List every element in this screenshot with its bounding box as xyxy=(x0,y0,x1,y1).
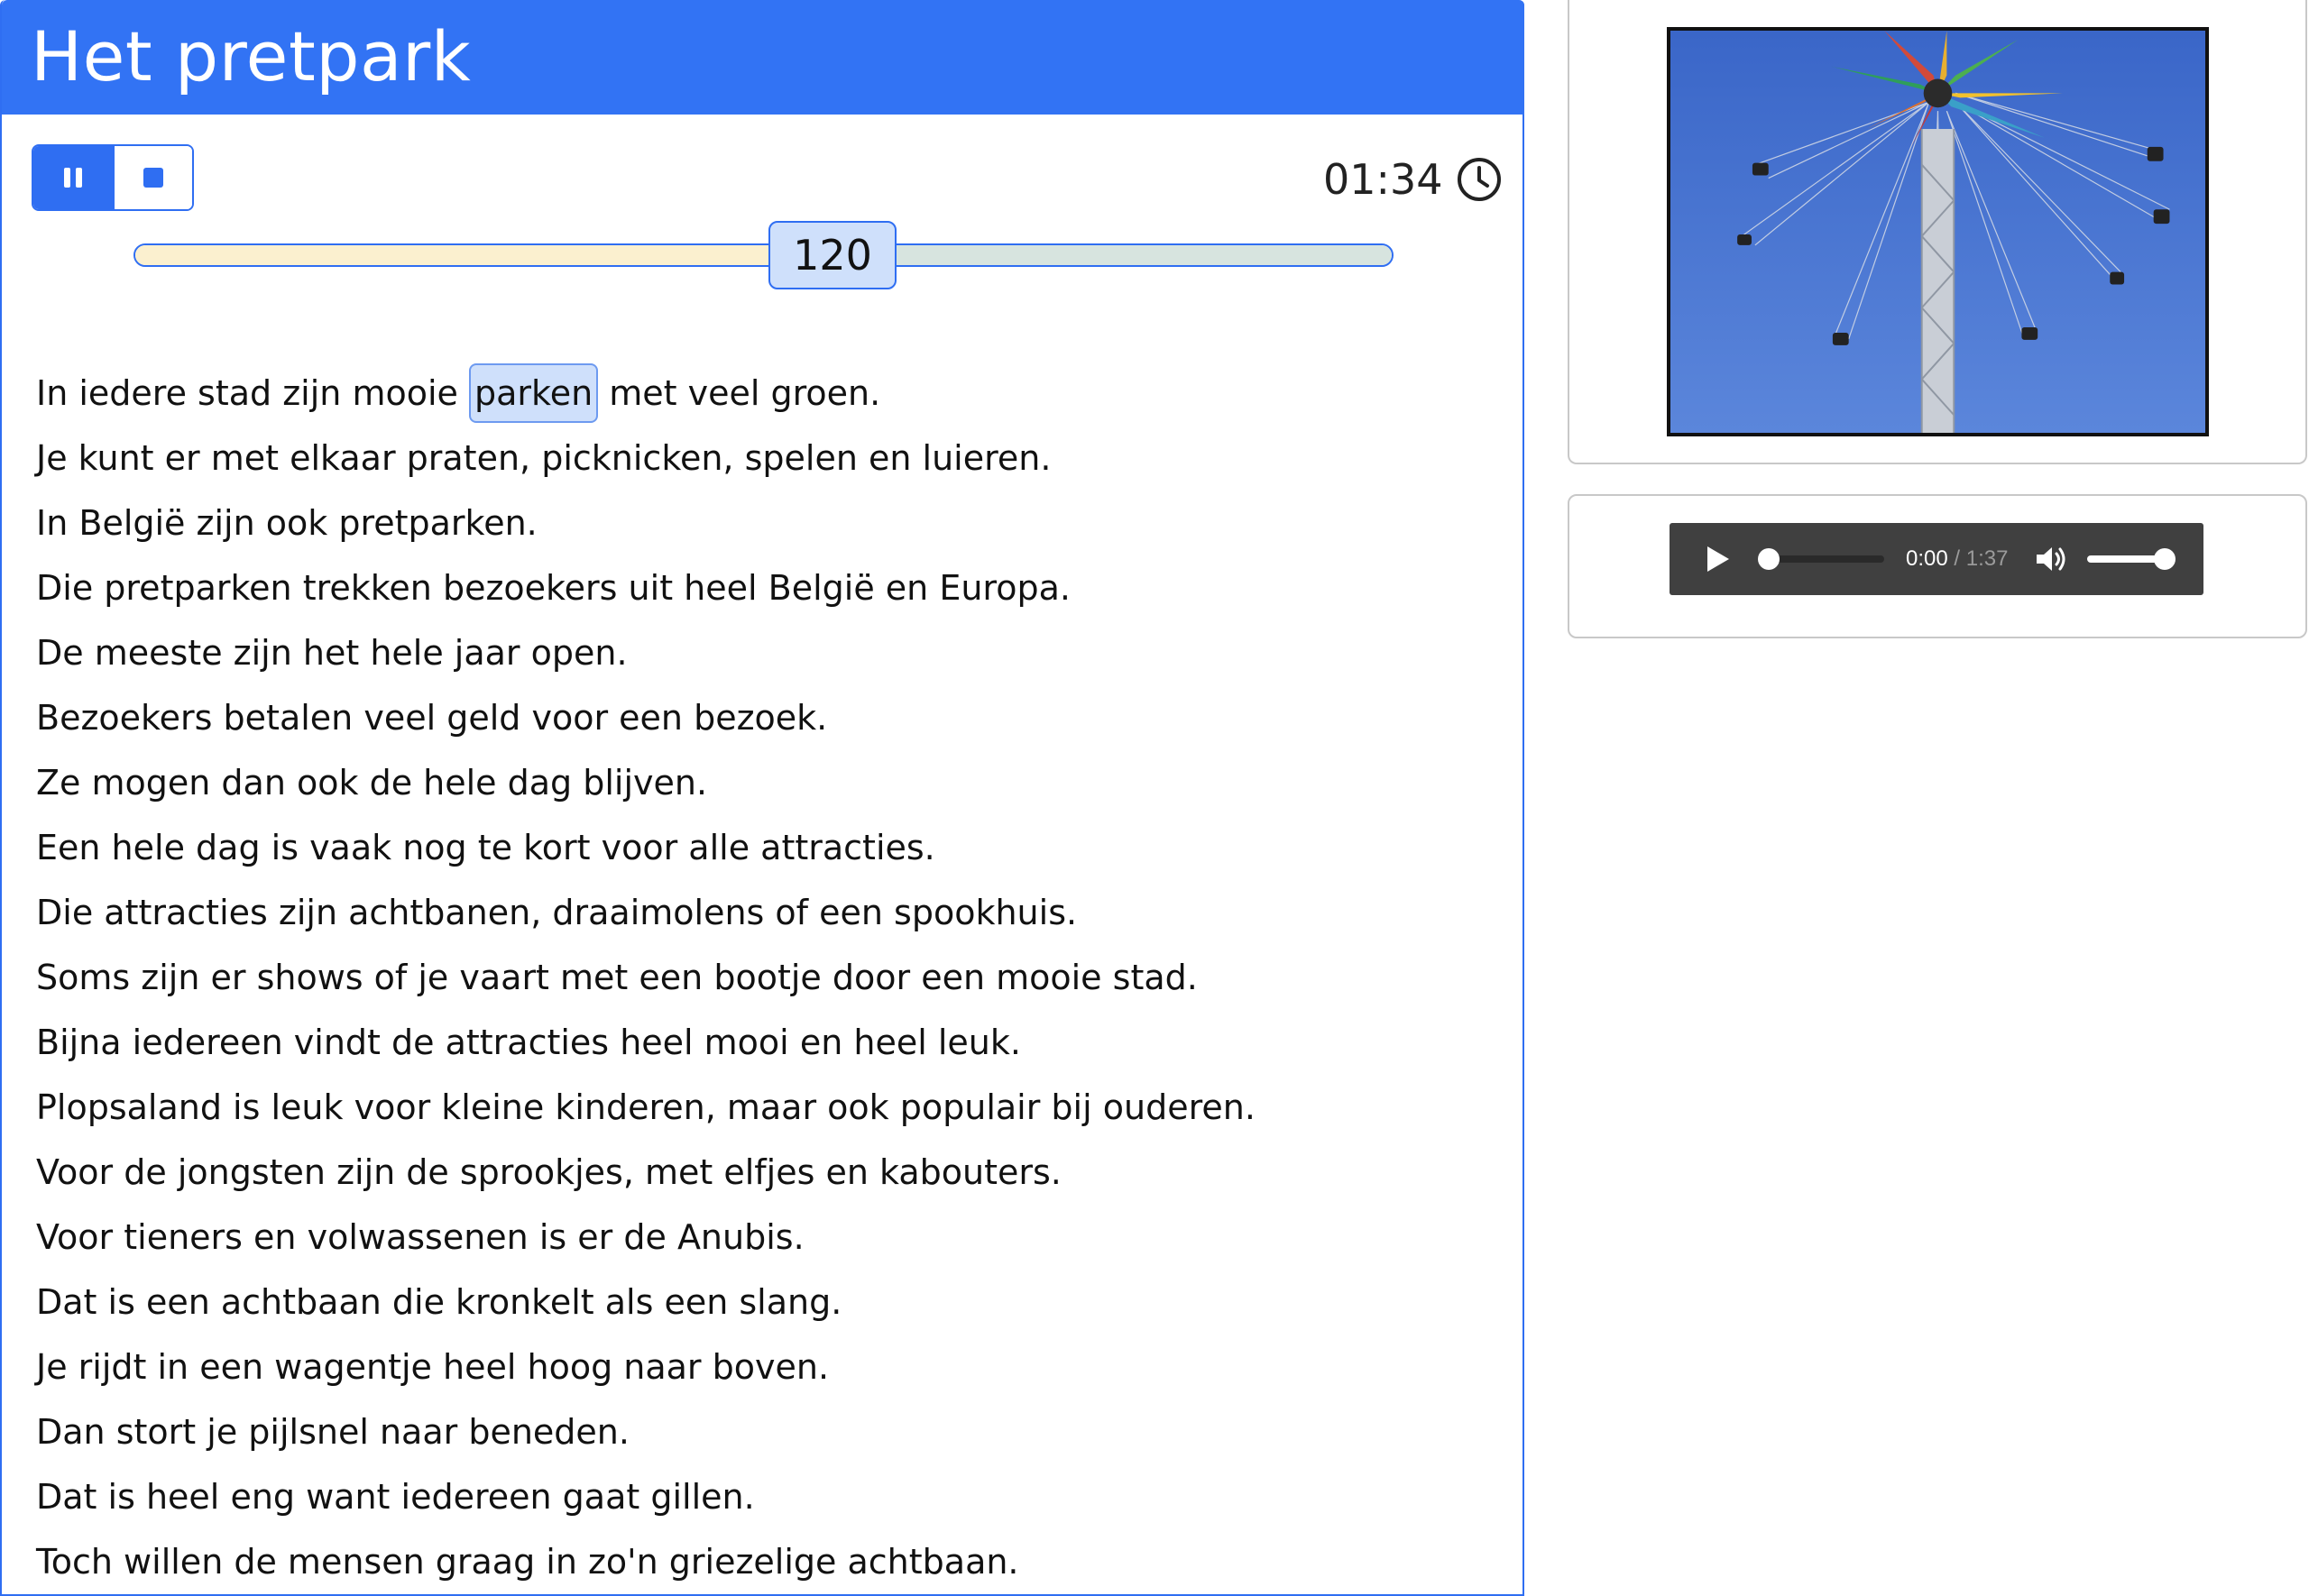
image-card xyxy=(1568,0,2307,464)
text-line: In België zijn ook pretparken. xyxy=(36,503,538,543)
text-line: Ze mogen dan ook de hele dag blijven. xyxy=(36,763,708,803)
text-line: Die attracties zijn achtbanen, draaimole… xyxy=(36,893,1078,932)
text-line: Die pretparken trekken bezoekers uit hee… xyxy=(36,568,1071,608)
text-fragment: met veel groen. xyxy=(609,373,881,413)
page-title: Het pretpark xyxy=(31,16,472,96)
stop-icon xyxy=(143,168,163,188)
stop-button[interactable] xyxy=(112,146,192,209)
speed-slider-handle[interactable]: 120 xyxy=(768,221,897,289)
timer: 01:34 xyxy=(1323,155,1503,204)
swing-ride-photo xyxy=(1667,27,2209,436)
text-line: Dat is een achtbaan die kronkelt als een… xyxy=(36,1282,842,1322)
audio-duration: 1:37 xyxy=(1965,546,2009,571)
text-line: Bezoekers betalen veel geld voor een bez… xyxy=(36,698,828,738)
text-line: Een hele dag is vaak nog te kort voor al… xyxy=(36,828,935,867)
speed-slider-rest xyxy=(834,245,1392,265)
text-line: Dat is heel eng want iedereen gaat gille… xyxy=(36,1477,755,1517)
volume-slider[interactable] xyxy=(2087,548,2176,570)
audio-player: 0:00 / 1:37 xyxy=(1670,523,2203,595)
audio-current-time: 0:00 xyxy=(1906,546,1948,571)
play-icon[interactable] xyxy=(1702,544,1733,574)
speed-slider-track[interactable] xyxy=(133,243,1394,267)
volume-knob[interactable] xyxy=(2154,548,2176,570)
title-bar: Het pretpark xyxy=(2,0,1524,115)
text-line: Toch willen de mensen graag in zo'n grie… xyxy=(36,1542,1019,1582)
text-line: De meeste zijn het hele jaar open. xyxy=(36,633,628,673)
text-line: Je rijdt in een wagentje heel hoog naar … xyxy=(36,1347,830,1387)
reader-panel: Het pretpark 01:34 120 In iedere stad zi… xyxy=(0,0,1524,1596)
pause-button[interactable] xyxy=(33,146,113,209)
text-line: Dan stort je pijlsnel naar beneden. xyxy=(36,1412,630,1452)
audio-time: 0:00 / 1:37 xyxy=(1906,546,2008,572)
text-line: Plopsaland is leuk voor kleine kinderen,… xyxy=(36,1087,1256,1127)
text-line: In iedere stad zijn mooie parken met vee… xyxy=(36,361,1497,426)
text-line: Voor de jongsten zijn de sprookjes, met … xyxy=(36,1152,1062,1192)
playback-controls xyxy=(32,144,194,211)
volume-icon[interactable] xyxy=(2035,544,2067,574)
audio-time-separator: / xyxy=(1947,546,1966,571)
text-line: Soms zijn er shows of je vaart met een b… xyxy=(36,958,1198,997)
speed-slider-fill xyxy=(135,245,834,265)
clock-icon xyxy=(1457,158,1501,201)
reading-text: In iedere stad zijn mooie parken met vee… xyxy=(36,361,1497,1594)
audio-seek-knob[interactable] xyxy=(1758,548,1780,570)
audio-card: 0:00 / 1:37 xyxy=(1568,494,2307,638)
timer-value: 01:34 xyxy=(1323,155,1443,204)
text-line: Voor tieners en volwassenen is er de Anu… xyxy=(36,1217,805,1257)
text-line: Je kunt er met elkaar praten, picknicken… xyxy=(36,438,1052,478)
audio-seek-bar[interactable] xyxy=(1758,548,1884,570)
text-line: Bijna iedereen vindt de attracties heel … xyxy=(36,1023,1021,1062)
text-fragment: In iedere stad zijn mooie xyxy=(36,373,458,413)
highlighted-word[interactable]: parken xyxy=(469,363,599,423)
pause-icon xyxy=(63,168,82,188)
